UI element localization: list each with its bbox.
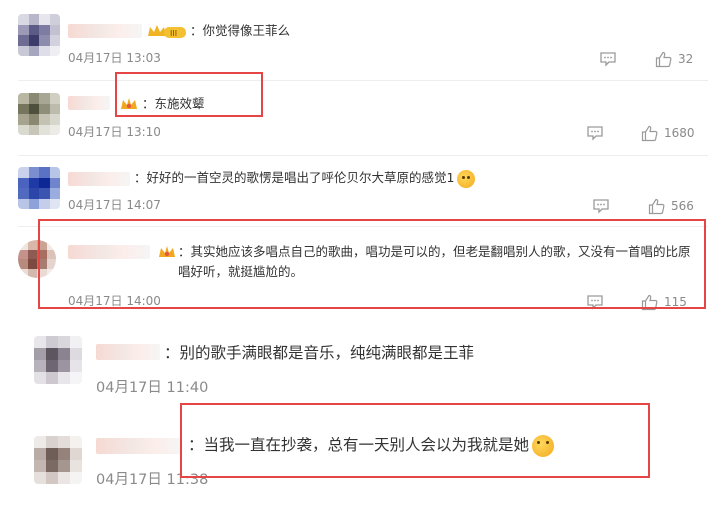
divider <box>18 155 708 156</box>
like-button[interactable]: 566 <box>648 197 694 215</box>
username[interactable] <box>68 172 130 186</box>
reply-list: ：别的歌手满眼都是音乐，纯纯满眼都是王菲 04月17日 11:40 ：当我一直在… <box>0 320 720 505</box>
highlight-box <box>180 403 650 478</box>
like-button[interactable]: 1680 <box>641 124 695 142</box>
avatar[interactable] <box>18 14 60 56</box>
reply-time: 04月17日 11:40 <box>96 380 209 396</box>
highlight-box <box>115 72 263 117</box>
username[interactable] <box>96 344 160 360</box>
like-count: 1680 <box>664 126 695 140</box>
like-button[interactable]: 32 <box>655 50 693 68</box>
highlight-box <box>38 219 706 309</box>
comment-reply-icon[interactable] <box>599 51 617 67</box>
comment-reply-icon[interactable] <box>586 125 604 141</box>
comment-time: 04月17日 14:07 <box>68 198 161 212</box>
avatar[interactable] <box>18 93 60 135</box>
username[interactable] <box>68 24 142 38</box>
thumbs-up-icon <box>648 198 665 214</box>
like-count: 566 <box>671 199 694 213</box>
doge-emoji-icon <box>457 169 476 188</box>
comment-time: 04月17日 13:10 <box>68 125 161 139</box>
reply-text: ：别的歌手满眼都是音乐，纯纯满眼都是王菲 <box>164 344 475 362</box>
comment-reply-icon[interactable] <box>592 198 610 214</box>
username[interactable] <box>96 438 182 454</box>
comment-text: ：你觉得像王菲么 <box>190 23 291 38</box>
comment-text: ：好好的一首空灵的歌愣是唱出了呼伦贝尔大草原的感觉1 <box>134 168 476 188</box>
thumbs-up-icon <box>641 125 658 141</box>
thumbs-up-icon <box>655 51 672 67</box>
crown-badge-icon: III <box>148 25 186 38</box>
svg-text:III: III <box>170 29 177 38</box>
avatar[interactable] <box>18 167 60 209</box>
comment-list: III ：你觉得像王菲么 04月17日 13:03 32 ：东施效颦 04月17… <box>0 0 720 320</box>
avatar[interactable] <box>34 436 82 484</box>
like-count: 32 <box>678 52 694 66</box>
comment-time: 04月17日 13:03 <box>68 51 161 65</box>
avatar[interactable] <box>34 336 82 384</box>
username[interactable] <box>68 96 110 110</box>
